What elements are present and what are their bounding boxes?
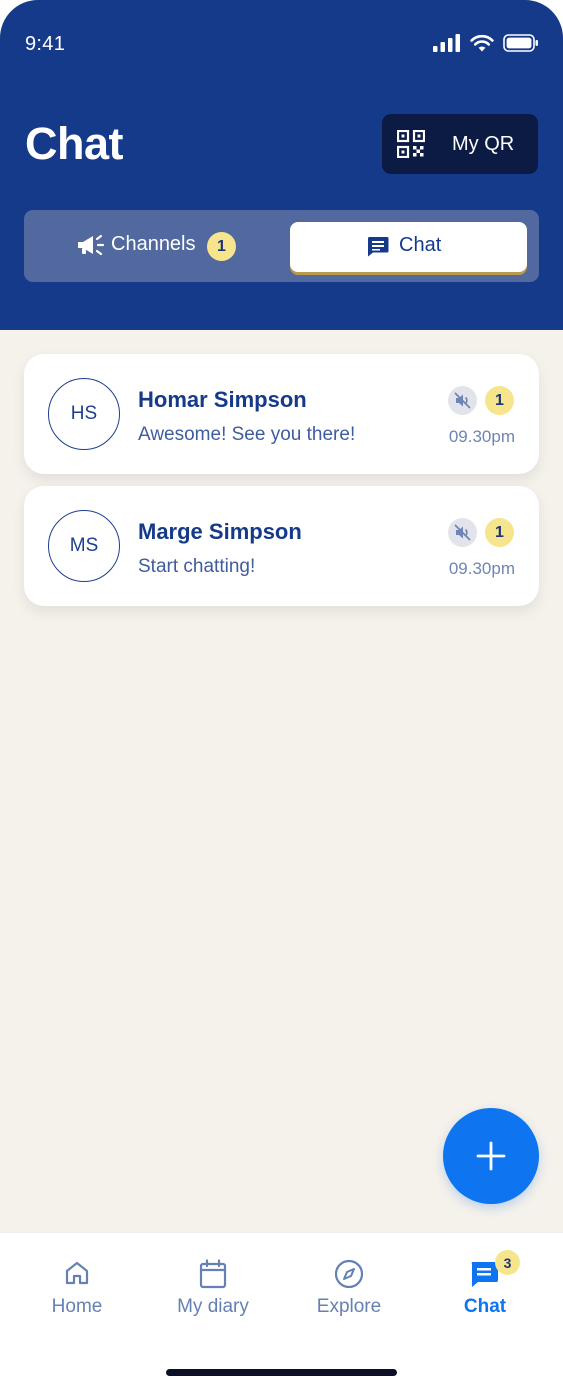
nav-chat-badge: 3	[495, 1250, 520, 1275]
avatar: MS	[48, 510, 120, 582]
nav-item-explore[interactable]: Explore	[284, 1259, 414, 1323]
unread-badge: 1	[485, 518, 514, 547]
last-message: Start chatting!	[138, 556, 256, 577]
header: 9:41 Chat My QR Channels 1 Chat	[0, 0, 563, 330]
nav-label: My diary	[177, 1296, 249, 1317]
unread-badge: 1	[485, 386, 514, 415]
nav-item-home[interactable]: Home	[12, 1259, 142, 1323]
channels-badge: 1	[207, 232, 236, 261]
message-time: 09.30pm	[448, 559, 515, 578]
mute-icon	[448, 518, 477, 547]
status-icons	[433, 34, 539, 52]
avatar: HS	[48, 378, 120, 450]
tab-chat-label: Chat	[399, 234, 442, 256]
tab-channels[interactable]: Channels 1	[24, 210, 289, 282]
plus-icon	[476, 1141, 506, 1171]
tab-channels-label: Channels	[111, 233, 196, 255]
contact-name: Marge Simpson	[138, 519, 302, 544]
qr-code-icon	[396, 129, 426, 163]
last-message: Awesome! See you there!	[138, 424, 356, 445]
home-indicator	[166, 1369, 397, 1376]
mute-icon	[448, 386, 477, 415]
message-time: 09.30pm	[448, 427, 515, 446]
status-time: 9:41	[25, 33, 66, 55]
my-qr-button[interactable]: My QR	[382, 114, 538, 174]
tab-switcher: Channels 1 Chat	[24, 210, 539, 282]
megaphone-icon	[76, 233, 106, 262]
calendar-icon	[198, 1259, 228, 1294]
chat-list-item[interactable]: MS Marge Simpson Start chatting! 1 09.30…	[24, 486, 539, 606]
bottom-nav: Home My diary Explore 3 Chat	[0, 1232, 563, 1389]
nav-label: Chat	[463, 1296, 507, 1317]
chat-bubble-icon	[367, 236, 389, 262]
app-screen: 9:41 Chat My QR Channels 1 Chat HS Homar…	[0, 0, 563, 1389]
new-chat-button[interactable]	[443, 1108, 539, 1204]
home-icon	[63, 1259, 91, 1292]
wifi-icon	[470, 34, 494, 52]
my-qr-label: My QR	[452, 133, 515, 155]
nav-label: Explore	[316, 1296, 382, 1317]
battery-icon	[503, 34, 538, 52]
compass-icon	[334, 1259, 364, 1294]
contact-name: Homar Simpson	[138, 387, 307, 412]
signal-icon	[433, 34, 460, 52]
tab-chat[interactable]: Chat	[290, 222, 527, 272]
chat-list-item[interactable]: HS Homar Simpson Awesome! See you there!…	[24, 354, 539, 474]
nav-label: Home	[51, 1296, 103, 1317]
page-title: Chat	[25, 118, 124, 169]
nav-item-my-diary[interactable]: My diary	[148, 1259, 278, 1323]
nav-item-chat[interactable]: 3 Chat	[420, 1250, 550, 1323]
